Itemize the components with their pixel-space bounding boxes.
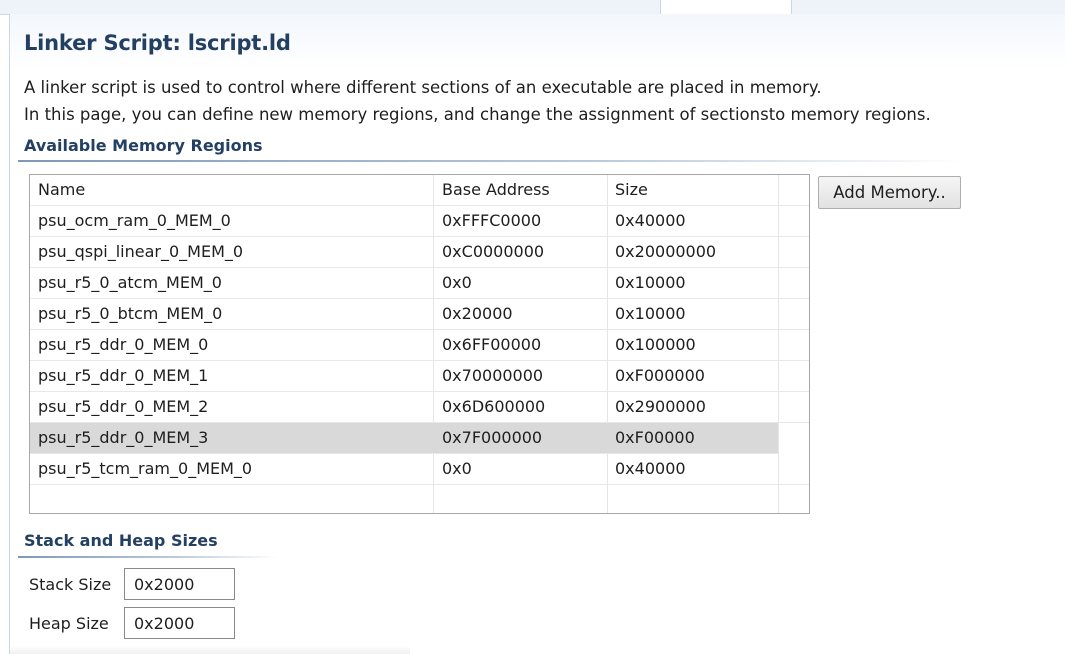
table-row[interactable]: psu_r5_0_btcm_MEM_0 0x20000 0x10000 bbox=[30, 299, 809, 330]
row-size: 0x20000000 bbox=[615, 242, 717, 261]
row-name: psu_ocm_ram_0_MEM_0 bbox=[38, 211, 231, 230]
column-header-size[interactable]: Size bbox=[615, 175, 775, 205]
memory-regions-section-rule bbox=[18, 160, 968, 162]
stack-size-input[interactable] bbox=[124, 568, 235, 600]
memory-regions-table[interactable]: Name Base Address Size psu_ocm_ram_0_MEM… bbox=[29, 174, 810, 514]
editor-tab-strip bbox=[0, 0, 1065, 15]
row-name: psu_qspi_linear_0_MEM_0 bbox=[38, 242, 244, 261]
row-base-address: 0x0 bbox=[442, 273, 472, 292]
table-row[interactable]: psu_r5_0_atcm_MEM_0 0x0 0x10000 bbox=[30, 268, 809, 299]
add-memory-button[interactable]: Add Memory.. bbox=[818, 176, 961, 209]
row-name: psu_r5_ddr_0_MEM_0 bbox=[38, 335, 209, 354]
row-name: psu_r5_0_btcm_MEM_0 bbox=[38, 304, 223, 323]
row-size: 0x2900000 bbox=[615, 397, 706, 416]
row-base-address: 0x7F000000 bbox=[442, 428, 543, 447]
description-line-1: A linker script is used to control where… bbox=[24, 78, 822, 97]
row-size: 0xF00000 bbox=[615, 428, 695, 447]
row-size: 0x10000 bbox=[615, 304, 686, 323]
row-name: psu_r5_0_atcm_MEM_0 bbox=[38, 273, 222, 292]
stack-heap-section-title: Stack and Heap Sizes bbox=[24, 531, 218, 550]
row-size: 0x100000 bbox=[615, 335, 696, 354]
column-header-name[interactable]: Name bbox=[38, 175, 433, 205]
row-size: 0xF000000 bbox=[615, 366, 705, 385]
editor-left-border bbox=[9, 14, 10, 654]
table-header-row: Name Base Address Size bbox=[30, 175, 809, 206]
row-name: psu_r5_ddr_0_MEM_1 bbox=[38, 366, 209, 385]
row-base-address: 0xFFFC0000 bbox=[442, 211, 542, 230]
row-size: 0x10000 bbox=[615, 273, 686, 292]
row-base-address: 0x0 bbox=[442, 459, 472, 478]
row-base-address: 0x20000 bbox=[442, 304, 513, 323]
row-name: psu_r5_tcm_ram_0_MEM_0 bbox=[38, 459, 253, 478]
heap-size-label: Heap Size bbox=[29, 614, 109, 633]
row-base-address: 0x70000000 bbox=[442, 366, 544, 385]
page-title: Linker Script: lscript.ld bbox=[24, 31, 291, 55]
heap-size-input[interactable] bbox=[124, 607, 235, 639]
row-name: psu_r5_ddr_0_MEM_2 bbox=[38, 397, 209, 416]
row-base-address: 0x6D600000 bbox=[442, 397, 546, 416]
table-row[interactable]: psu_r5_ddr_0_MEM_1 0x70000000 0xF000000 bbox=[30, 361, 809, 392]
scroll-fade bbox=[10, 646, 410, 654]
active-editor-tab[interactable] bbox=[660, 0, 792, 15]
description-line-2: In this page, you can define new memory … bbox=[24, 105, 931, 124]
row-base-address: 0x6FF00000 bbox=[442, 335, 542, 354]
column-header-base-address[interactable]: Base Address bbox=[442, 175, 602, 205]
row-size: 0x40000 bbox=[615, 459, 686, 478]
table-row[interactable]: psu_ocm_ram_0_MEM_0 0xFFFC0000 0x40000 bbox=[30, 206, 809, 237]
table-row[interactable]: psu_r5_ddr_0_MEM_2 0x6D600000 0x2900000 bbox=[30, 392, 809, 423]
stack-size-label: Stack Size bbox=[29, 575, 112, 594]
table-row[interactable]: psu_qspi_linear_0_MEM_0 0xC0000000 0x200… bbox=[30, 237, 809, 268]
memory-regions-section-title: Available Memory Regions bbox=[24, 136, 263, 155]
row-base-address: 0xC0000000 bbox=[442, 242, 545, 261]
table-row[interactable]: psu_r5_tcm_ram_0_MEM_0 0x0 0x40000 bbox=[30, 454, 809, 485]
row-size: 0x40000 bbox=[615, 211, 686, 230]
table-empty-row bbox=[30, 485, 809, 516]
table-row-selected[interactable]: psu_r5_ddr_0_MEM_3 0x7F000000 0xF00000 bbox=[30, 423, 778, 454]
table-row[interactable]: psu_r5_ddr_0_MEM_0 0x6FF00000 0x100000 bbox=[30, 330, 809, 361]
stack-heap-section-rule bbox=[18, 556, 278, 558]
row-name: psu_r5_ddr_0_MEM_3 bbox=[38, 428, 209, 447]
